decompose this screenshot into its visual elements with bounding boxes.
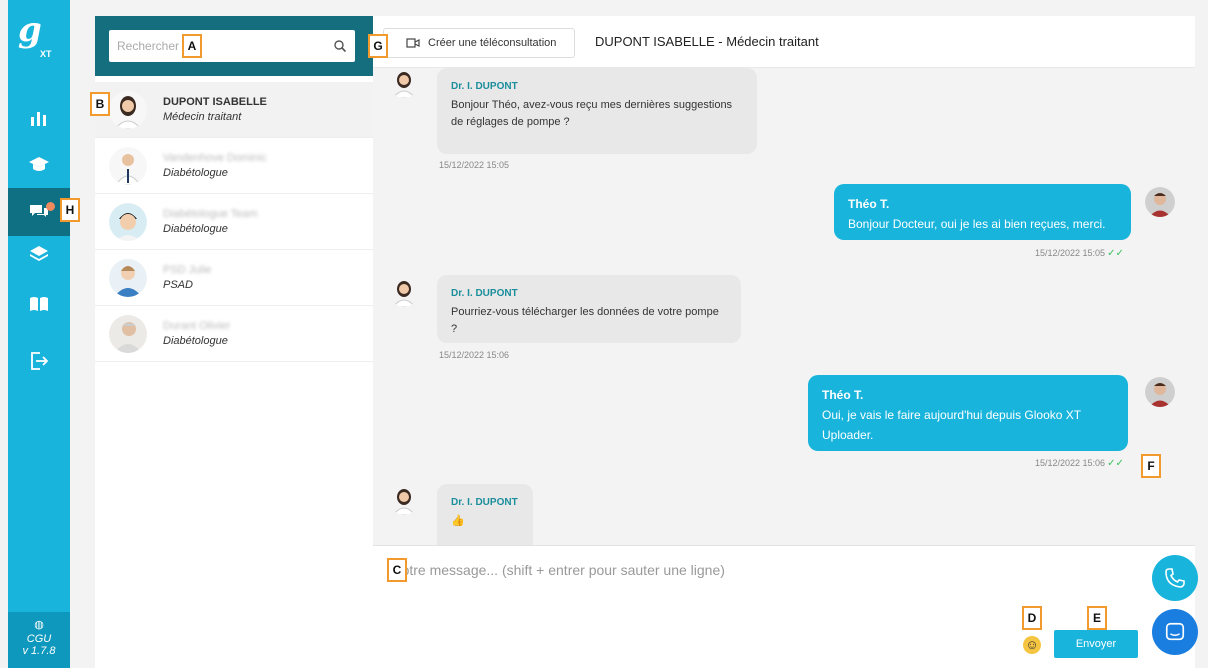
message-text: Bonjour Théo, avez-vous reçu mes dernièr… (451, 99, 733, 128)
contact-name: Vandenhove Dominic (163, 151, 267, 164)
graduation-cap-icon (29, 157, 49, 171)
nav-education[interactable] (8, 140, 70, 188)
avatar (109, 258, 147, 297)
avatar (109, 202, 147, 241)
logo-sub: XT (40, 49, 52, 59)
marker-e: E (1087, 606, 1107, 630)
chat-bubble-icon (1165, 622, 1185, 641)
notification-dot (46, 202, 55, 211)
layers-icon (30, 246, 48, 261)
chat-header: Créer une téléconsultation DUPONT ISABEL… (373, 16, 1195, 68)
message-sender: Dr. I. DUPONT (451, 288, 518, 299)
message-timestamp: 15/12/2022 15:06 ✓✓ (1035, 458, 1124, 469)
cgu-label: CGU (26, 633, 52, 645)
search-input[interactable] (117, 39, 333, 53)
message-sender: Théo T. (822, 388, 864, 402)
avatar (1145, 377, 1175, 407)
nav-statistics[interactable] (8, 94, 70, 142)
message-bubble-incoming: Dr. I. DUPONT Bonjour Théo, avez-vous re… (437, 68, 757, 154)
message-timestamp: 15/12/2022 15:06 (439, 350, 510, 360)
chat-title: DUPONT ISABELLE - Médecin traitant (595, 34, 819, 49)
avatar (109, 146, 147, 185)
avatar (1145, 187, 1175, 217)
call-button[interactable] (1152, 555, 1198, 601)
globe-icon: ◍ (34, 619, 44, 631)
chat-panel: Créer une téléconsultation DUPONT ISABEL… (373, 16, 1195, 668)
message-text: 👍 (451, 515, 465, 527)
marker-g: G (368, 34, 388, 58)
contact-panel: DUPONT ISABELLE Médecin traitant Vandenh… (95, 16, 385, 668)
message-sender: Théo T. (848, 197, 890, 211)
message-bubble-incoming: Dr. I. DUPONT 👍 (437, 484, 533, 545)
teleconsultation-label: Créer une téléconsultation (428, 37, 557, 49)
read-check-icon: ✓✓ (1107, 458, 1124, 469)
read-check-icon: ✓✓ (1107, 248, 1124, 259)
nav-logout[interactable] (8, 337, 70, 385)
bar-chart-icon (31, 112, 46, 126)
video-camera-icon (406, 38, 420, 48)
contact-role: PSAD (163, 278, 193, 291)
avatar (389, 68, 419, 98)
contact-role: Diabétologue (163, 222, 228, 235)
create-teleconsultation-button[interactable]: Créer une téléconsultation (383, 28, 575, 58)
contact-name: Diabétologue Team (163, 207, 258, 220)
logout-icon (31, 352, 49, 370)
contact-name: PSD Julie (163, 263, 212, 276)
search-bar (95, 16, 373, 76)
search-icon[interactable] (333, 39, 347, 53)
marker-f: F (1141, 454, 1161, 478)
phone-icon (1165, 568, 1185, 588)
logo[interactable]: g XT (18, 10, 60, 59)
support-chat-button[interactable] (1152, 609, 1198, 655)
message-timestamp: 15/12/2022 15:05 (439, 160, 510, 170)
emoji-icon[interactable]: ☺ (1023, 636, 1041, 654)
message-timestamp: 15/12/2022 15:05 ✓✓ (1035, 248, 1124, 259)
contact-role: Médecin traitant (163, 110, 242, 123)
contact-role: Diabétologue (163, 166, 228, 179)
book-icon (30, 297, 48, 311)
message-sender: Dr. I. DUPONT (451, 497, 518, 508)
avatar (389, 277, 419, 307)
app-root: g XT ◍ CGU v 1.7.8 Rechercher DUPONT ISA… (0, 0, 1208, 668)
message-text: Bonjour Docteur, oui je les ai bien reçu… (848, 217, 1106, 231)
contact-item[interactable]: Vandenhove Dominic Diabétologue (95, 138, 373, 194)
message-text: Pourriez-vous télécharger les données de… (451, 306, 719, 335)
sidebar: g XT ◍ CGU v 1.7.8 (8, 0, 70, 668)
avatar (389, 485, 419, 515)
cgu-link[interactable]: ◍ CGU v 1.7.8 (8, 612, 70, 668)
message-bubble-outgoing: Théo T. Oui, je vais le faire aujourd'hu… (808, 375, 1128, 451)
contact-name: DUPONT ISABELLE (163, 95, 267, 108)
contact-name: Durant Olivier (163, 319, 231, 332)
marker-h: H (60, 198, 80, 222)
marker-c: C (387, 558, 407, 582)
avatar (109, 314, 147, 353)
marker-b: B (90, 92, 110, 116)
search-box (109, 30, 355, 62)
version-label: v 1.7.8 (22, 645, 56, 657)
timestamp-text: 15/12/2022 15:06 (1035, 458, 1106, 468)
message-composer: ☺ Envoyer (373, 545, 1195, 668)
avatar (109, 90, 147, 129)
contact-role: Diabétologue (163, 334, 228, 347)
contact-item[interactable]: DUPONT ISABELLE Médecin traitant (95, 82, 373, 138)
marker-d: D (1022, 606, 1042, 630)
contact-item[interactable]: Diabétologue Team Diabétologue (95, 194, 373, 250)
send-button[interactable]: Envoyer (1054, 630, 1138, 658)
message-sender: Dr. I. DUPONT (451, 81, 518, 92)
logo-letter: g (18, 10, 42, 50)
timestamp-text: 15/12/2022 15:05 (1035, 248, 1106, 258)
contact-item[interactable]: Durant Olivier Diabétologue (95, 306, 373, 362)
nav-guide[interactable] (8, 280, 70, 328)
nav-layers[interactable] (8, 230, 70, 278)
marker-a: A (182, 34, 202, 58)
message-bubble-outgoing: Théo T. Bonjour Docteur, oui je les ai b… (834, 184, 1131, 240)
message-text: Oui, je vais le faire aujourd'hui depuis… (822, 408, 1081, 442)
contact-item[interactable]: PSD Julie PSAD (95, 250, 373, 306)
message-input[interactable] (393, 562, 1093, 602)
message-bubble-incoming: Dr. I. DUPONT Pourriez-vous télécharger … (437, 275, 741, 343)
